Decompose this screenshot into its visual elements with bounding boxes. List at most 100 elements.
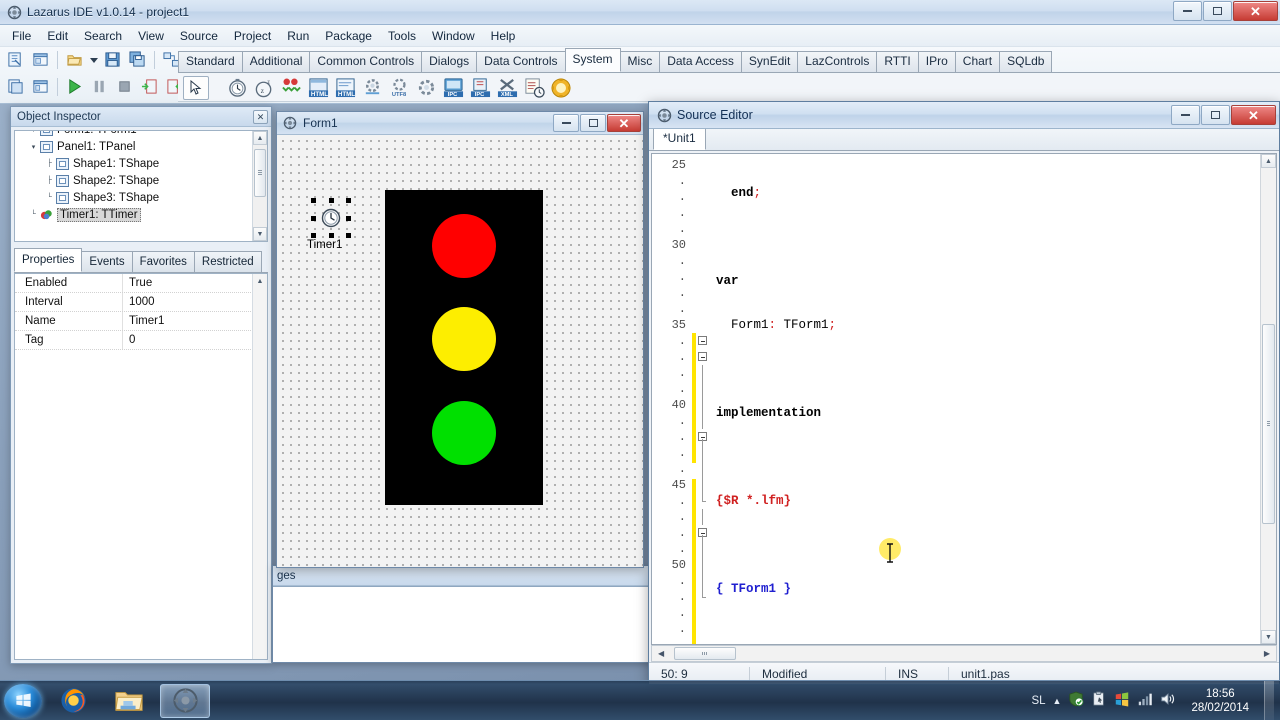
tasyncprocess-icon[interactable] <box>414 76 438 100</box>
tab-properties[interactable]: Properties <box>14 248 83 272</box>
palette-tab-system[interactable]: System <box>564 48 621 72</box>
palette-tab-common-controls[interactable]: Common Controls <box>309 51 423 72</box>
form-minimize-button[interactable] <box>553 114 579 132</box>
taskbar-explorer[interactable] <box>104 684 154 718</box>
tree-item-timer1[interactable]: └ Timer1: TTimer <box>15 206 251 223</box>
timer1-component[interactable] <box>311 198 351 238</box>
palette-tab-dialogs[interactable]: Dialogs <box>421 51 478 72</box>
shape2-yellow-lamp[interactable] <box>432 307 496 371</box>
show-desktop-button[interactable] <box>1264 680 1274 720</box>
menu-run[interactable]: Run <box>279 26 317 46</box>
editor-horizontal-scrollbar[interactable]: ◀ ▶ <box>651 645 1277 662</box>
menu-window[interactable]: Window <box>424 26 483 46</box>
messages-body[interactable] <box>273 586 651 662</box>
form-close-button[interactable]: ✕ <box>607 114 641 132</box>
tree-item-shape3[interactable]: └ Shape3: TShape <box>15 189 251 206</box>
palette-tab-lazcontrols[interactable]: LazControls <box>797 51 878 72</box>
tree-vertical-scrollbar[interactable]: ▲ ▼ <box>252 131 267 241</box>
editor-scroll-thumb[interactable] <box>1262 324 1275 524</box>
se-minimize-button[interactable] <box>1171 105 1200 125</box>
tprocessutf8-icon[interactable]: UTF8 <box>387 76 411 100</box>
tipc-server-icon[interactable]: IPC <box>441 76 465 100</box>
txml-icon[interactable]: XML <box>495 76 519 100</box>
menu-file[interactable]: File <box>4 26 39 46</box>
close-icon[interactable]: ✕ <box>253 109 268 124</box>
tlazarus-icon[interactable] <box>279 76 303 100</box>
editor-vertical-scrollbar[interactable]: ▲ ▼ <box>1260 154 1276 644</box>
tab-unit1[interactable]: *Unit1 <box>653 127 706 150</box>
tidletimer-icon[interactable]: zz <box>252 76 276 100</box>
form-maximize-button[interactable] <box>580 114 606 132</box>
stop-icon[interactable] <box>113 75 136 98</box>
new-form-icon[interactable] <box>29 48 52 71</box>
property-value[interactable]: Timer1 <box>123 312 164 330</box>
menu-source[interactable]: Source <box>172 26 226 46</box>
property-value[interactable]: 0 <box>123 331 135 349</box>
new-form2-icon[interactable] <box>29 75 52 98</box>
expander-icon[interactable]: ▾ <box>29 131 38 134</box>
pointer-tool-icon[interactable] <box>183 75 209 100</box>
property-row[interactable]: Enabled True <box>15 274 267 293</box>
volume-icon[interactable] <box>1160 691 1176 710</box>
network-signal-icon[interactable] <box>1137 691 1153 710</box>
save-all-icon[interactable] <box>126 48 149 71</box>
palette-tab-rtti[interactable]: RTTI <box>876 51 919 72</box>
taskbar-firefox[interactable] <box>48 684 98 718</box>
taskbar-lazarus[interactable] <box>160 683 210 718</box>
tree-item-form1[interactable]: ▾ Form1: TForm1 <box>15 131 251 138</box>
tree-item-shape2[interactable]: ├ Shape2: TShape <box>15 172 251 189</box>
run-icon[interactable] <box>63 75 86 98</box>
palette-tab-chart[interactable]: Chart <box>954 51 1001 72</box>
shape3-green-lamp[interactable] <box>432 401 496 465</box>
palette-tab-ipro[interactable]: IPro <box>917 51 956 72</box>
windows-start-orb[interactable] <box>4 683 42 718</box>
palette-tab-standard[interactable]: Standard <box>178 51 243 72</box>
component-tree[interactable]: ▾ Form1: TForm1 ▾ Panel1: TPanel ├ Shape… <box>14 130 268 242</box>
menu-project[interactable]: Project <box>226 26 279 46</box>
menu-package[interactable]: Package <box>317 26 380 46</box>
property-value[interactable]: 1000 <box>123 293 155 311</box>
open-dropdown-icon[interactable] <box>88 48 99 71</box>
tipc-client-icon[interactable]: IPC <box>468 76 492 100</box>
teventlog-icon[interactable] <box>522 76 546 100</box>
palette-tab-synedit[interactable]: SynEdit <box>740 51 799 72</box>
code-editor[interactable]: 25 . . . . 30 . . . . 35 . . . . 40 . . … <box>651 153 1277 645</box>
antivirus-shield-icon[interactable] <box>1068 691 1084 710</box>
scroll-right-icon[interactable]: ▶ <box>1264 649 1270 658</box>
step-into-icon[interactable] <box>138 75 161 98</box>
close-button[interactable]: ✕ <box>1233 1 1278 21</box>
palette-tab-additional[interactable]: Additional <box>241 51 311 72</box>
fold-marker-begin[interactable] <box>696 349 710 365</box>
palette-tab-data-controls[interactable]: Data Controls <box>476 51 566 72</box>
tree-item-panel1[interactable]: ▾ Panel1: TPanel <box>15 138 251 155</box>
tab-events[interactable]: Events <box>81 251 133 272</box>
shape1-red-lamp[interactable] <box>432 214 496 278</box>
property-row[interactable]: Interval 1000 <box>15 293 267 312</box>
minimize-button[interactable] <box>1173 1 1202 21</box>
properties-vertical-scrollbar[interactable]: ▲ <box>252 274 267 659</box>
new-unit-icon[interactable] <box>4 48 27 71</box>
maximize-button[interactable] <box>1203 1 1232 21</box>
menu-tools[interactable]: Tools <box>380 26 424 46</box>
tshellctrls-icon[interactable] <box>549 76 573 100</box>
editor-hscroll-thumb[interactable] <box>674 647 736 660</box>
scroll-up-icon[interactable]: ▲ <box>1261 154 1276 168</box>
scroll-thumb[interactable] <box>254 149 266 197</box>
taskbar-clock[interactable]: 18:56 28/02/2014 <box>1183 687 1257 715</box>
thtml2-icon[interactable]: HTML <box>333 76 357 100</box>
open-file-icon[interactable] <box>63 48 86 71</box>
scroll-up-icon[interactable]: ▲ <box>253 274 267 288</box>
clipboard-icon[interactable] <box>1091 691 1107 710</box>
save-icon[interactable] <box>101 48 124 71</box>
pause-icon[interactable] <box>88 75 111 98</box>
menu-search[interactable]: Search <box>76 26 130 46</box>
property-value[interactable]: True <box>123 274 152 292</box>
scroll-down-icon[interactable]: ▼ <box>1261 630 1276 644</box>
panel1-traffic-light[interactable] <box>385 190 543 505</box>
thtml-icon[interactable]: HTML <box>306 76 330 100</box>
se-maximize-button[interactable] <box>1201 105 1230 125</box>
scroll-down-icon[interactable]: ▼ <box>253 227 267 241</box>
menu-help[interactable]: Help <box>483 26 524 46</box>
fold-marker-procedure[interactable] <box>696 333 710 349</box>
tab-restricted[interactable]: Restricted <box>193 251 262 272</box>
